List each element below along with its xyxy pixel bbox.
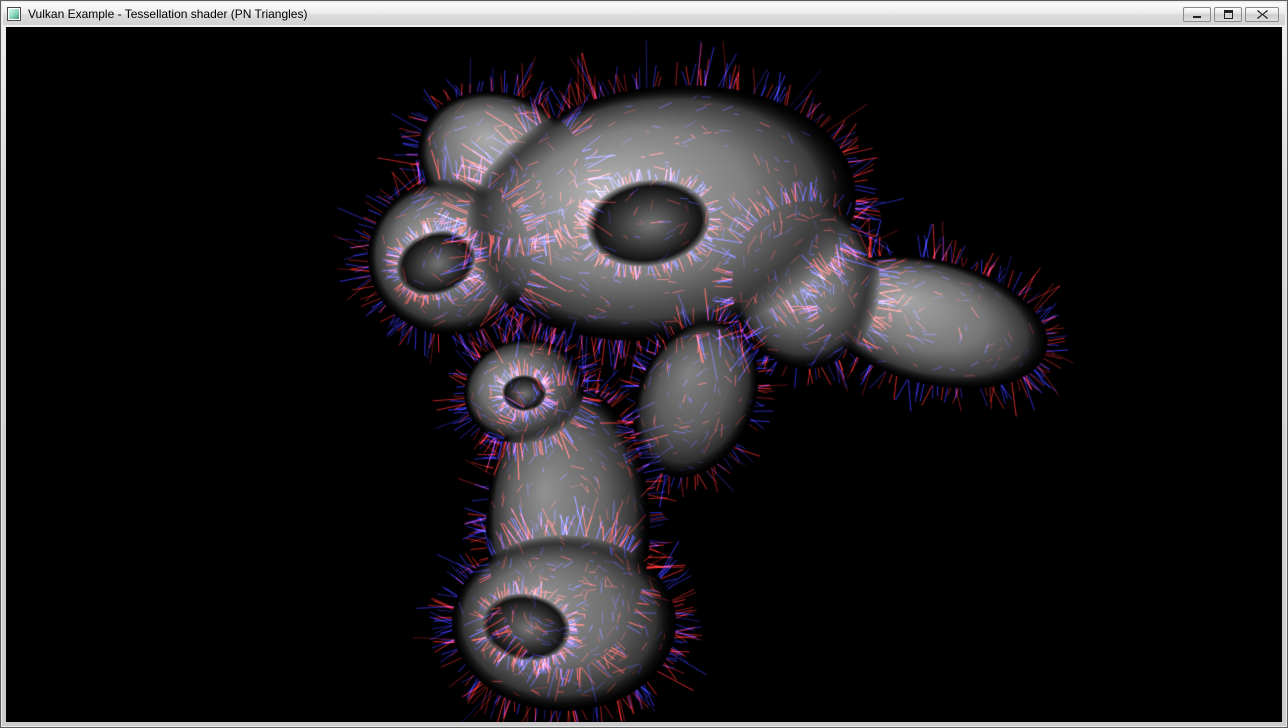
vulkan-render-canvas[interactable] [6,27,1282,722]
close-icon [1257,10,1268,19]
maximize-button[interactable] [1214,7,1242,22]
app-icon [7,7,21,21]
render-viewport[interactable] [6,27,1282,722]
maximize-icon [1223,10,1234,19]
close-button[interactable] [1245,7,1279,22]
window-controls [1183,7,1281,22]
titlebar[interactable]: Vulkan Example - Tessellation shader (PN… [3,3,1285,25]
app-window: Vulkan Example - Tessellation shader (PN… [0,0,1288,728]
minimize-button[interactable] [1183,7,1211,22]
window-title: Vulkan Example - Tessellation shader (PN… [26,7,1178,21]
minimize-icon [1191,10,1203,19]
